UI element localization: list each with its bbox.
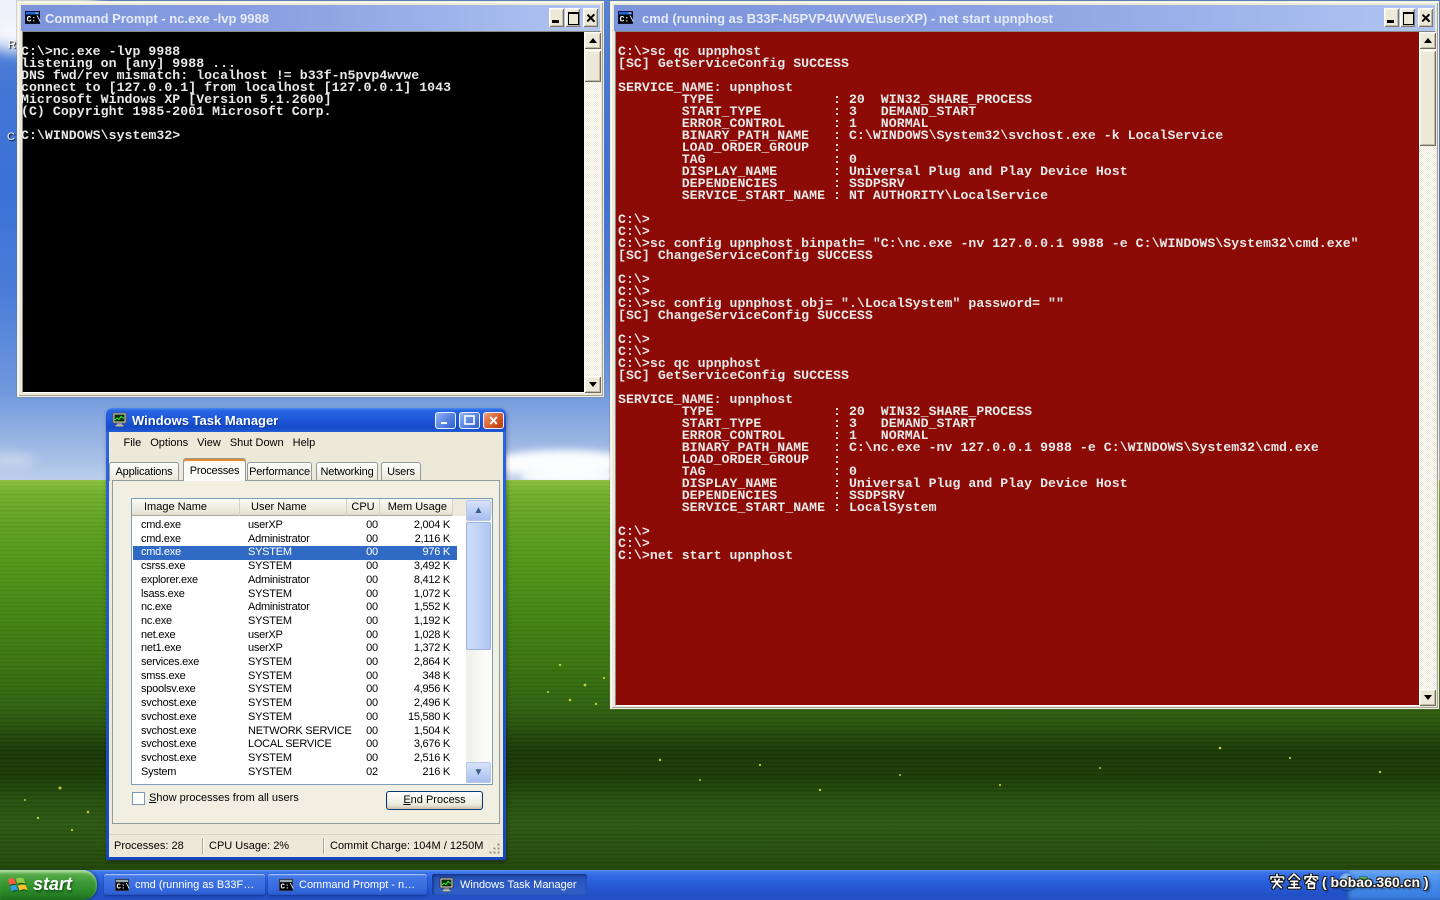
svg-text:C:\: C:\ — [281, 883, 294, 891]
svg-text:C:\: C:\ — [27, 16, 41, 25]
svg-text:C:\: C:\ — [620, 16, 634, 25]
svg-text:C:\: C:\ — [117, 883, 130, 891]
